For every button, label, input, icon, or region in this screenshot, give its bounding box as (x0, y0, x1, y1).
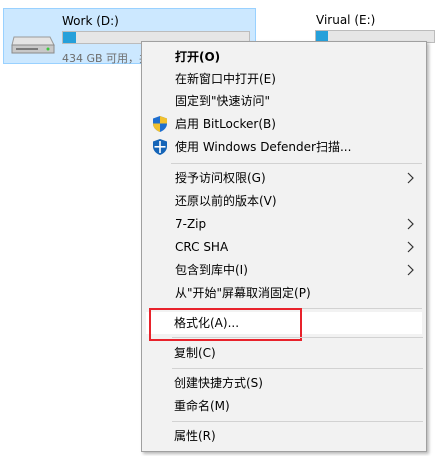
menu-item-label: CRC SHA (175, 240, 229, 254)
menu-item-include-library[interactable]: 包含到库中(I) (144, 259, 424, 281)
menu-separator (171, 163, 422, 164)
menu-item-label: 固定到"快速访问" (175, 94, 271, 108)
menu-item-label: 在新窗口中打开(E) (175, 72, 276, 86)
chevron-right-icon (407, 241, 414, 253)
drive-name: Work (D:) (62, 14, 119, 28)
menu-item-label: 复制(C) (174, 346, 216, 360)
menu-item-properties[interactable]: 属性(R) (143, 425, 425, 447)
menu-item-bitlocker[interactable]: 启用 BitLocker(B) (144, 113, 424, 135)
menu-item-label: 打开(O) (175, 50, 221, 64)
menu-item-label: 包含到库中(I) (175, 263, 248, 277)
menu-item-open[interactable]: 打开(O) (144, 46, 424, 68)
menu-separator (172, 368, 423, 369)
menu-item-label: 使用 Windows Defender扫描... (175, 140, 352, 154)
drive-name: Virual (E:) (316, 13, 376, 27)
menu-item-label: 还原以前的版本(V) (175, 194, 277, 208)
menu-item-open-new-window[interactable]: 在新窗口中打开(E) (144, 68, 424, 90)
chevron-right-icon (407, 218, 414, 230)
menu-item-unpin-start[interactable]: 从"开始"屏幕取消固定(P) (144, 282, 424, 304)
menu-item-crc-sha[interactable]: CRC SHA (144, 236, 424, 258)
menu-item-label: 从"开始"屏幕取消固定(P) (175, 286, 311, 300)
menu-separator (172, 337, 423, 338)
chevron-right-icon (407, 172, 414, 184)
menu-item-defender-scan[interactable]: 使用 Windows Defender扫描... (144, 136, 424, 158)
menu-item-rename[interactable]: 重命名(M) (143, 395, 425, 417)
menu-item-label: 属性(R) (174, 429, 216, 443)
menu-item-grant-access[interactable]: 授予访问权限(G) (144, 167, 424, 189)
menu-item-label: 授予访问权限(G) (175, 171, 266, 185)
menu-item-copy[interactable]: 复制(C) (143, 342, 425, 364)
menu-item-label: 启用 BitLocker(B) (175, 117, 276, 131)
defender-icon (153, 139, 167, 155)
chevron-right-icon (407, 264, 414, 276)
menu-item-create-shortcut[interactable]: 创建快捷方式(S) (143, 372, 425, 394)
drive-usage-fill (63, 32, 77, 43)
menu-separator (172, 421, 423, 422)
menu-item-pin-quick-access[interactable]: 固定到"快速访问" (144, 90, 424, 112)
file-explorer-view: Work (D:) 434 GB 可用，共 465 GB Virual (E:)… (0, 0, 435, 456)
menu-item-restore-versions[interactable]: 还原以前的版本(V) (144, 190, 424, 212)
menu-item-label: 重命名(M) (174, 399, 230, 413)
shield-icon (153, 116, 167, 132)
menu-item-label: 创建快捷方式(S) (174, 376, 263, 390)
menu-item-7zip[interactable]: 7-Zip (144, 213, 424, 235)
drive-free-space: 434 GB 可用，共 465 GB (62, 52, 147, 65)
menu-item-label: 7-Zip (175, 217, 207, 231)
hard-drive-icon (11, 36, 55, 54)
